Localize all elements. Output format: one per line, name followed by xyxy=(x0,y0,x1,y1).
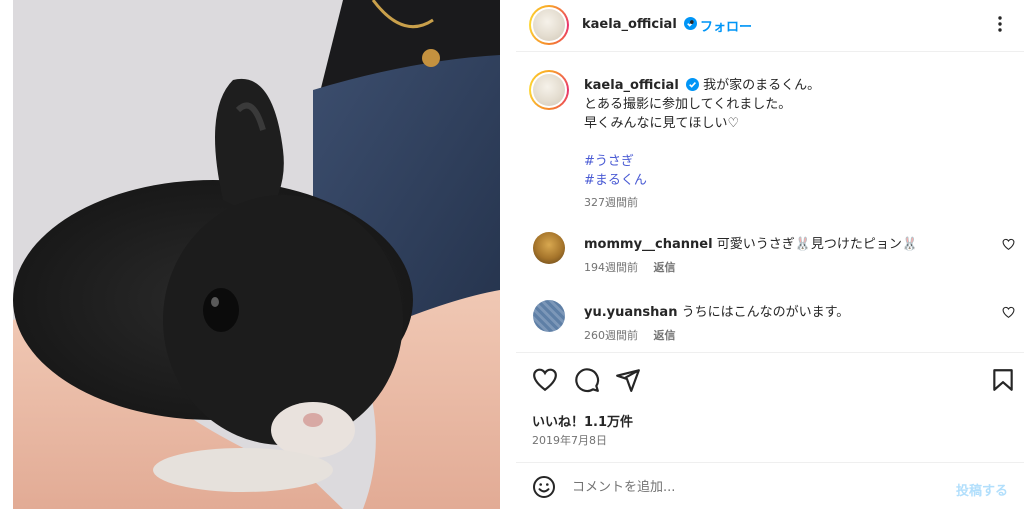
rabbit-photo xyxy=(13,0,500,509)
header-username[interactable]: kaela_official xyxy=(582,17,677,32)
commenter-avatar[interactable] xyxy=(533,300,565,332)
post-sidebar: kaela_official • フォロー kaela_official 我が家… xyxy=(516,0,1024,509)
post-comment-button[interactable]: 投稿する xyxy=(956,480,1008,499)
commenter-username[interactable]: yu.yuanshan xyxy=(584,305,677,320)
heart-icon[interactable] xyxy=(532,367,558,393)
reply-button[interactable]: 返信 xyxy=(654,261,676,274)
post-header: kaela_official • フォロー xyxy=(516,0,1024,52)
caption-time[interactable]: 327週間前 xyxy=(584,194,638,210)
post-actions: いいね！1.1万件 2019年7月8日 xyxy=(516,352,1024,462)
comment-item: mommy__channel 可愛いうさぎ🐰見つけたピョン🐰 194週間前 返信 xyxy=(516,228,1024,288)
post-caption: kaela_official 我が家のまるくん。 とある撮影に参加してくれました… xyxy=(584,76,1004,190)
share-icon[interactable] xyxy=(615,367,641,393)
more-options-icon[interactable] xyxy=(990,14,1010,34)
caption-line-3: 早くみんなに見てほしい♡ xyxy=(584,116,740,131)
header-user: kaela_official xyxy=(582,17,697,32)
header-avatar[interactable] xyxy=(529,5,569,45)
comment-time[interactable]: 194週間前 xyxy=(584,261,638,274)
post-photo[interactable] xyxy=(13,0,500,509)
emoji-icon[interactable] xyxy=(532,475,556,499)
hashtag-link[interactable]: #まるくん xyxy=(584,171,1004,190)
like-comment-heart-icon[interactable] xyxy=(1002,306,1015,319)
commenter-username[interactable]: mommy__channel xyxy=(584,237,713,252)
caption-line-1: 我が家のまるくん。 xyxy=(703,78,821,93)
comment-time[interactable]: 260週間前 xyxy=(584,329,638,342)
like-comment-heart-icon[interactable] xyxy=(1002,238,1015,251)
separator-dot: • xyxy=(688,16,696,31)
caption-avatar[interactable] xyxy=(529,70,569,110)
comment-text: 可愛いうさぎ🐰見つけたピョン🐰 xyxy=(716,237,919,252)
comment-item: yu.yuanshan うちにはこんなのがいます。 260週間前 返信 xyxy=(516,296,1024,356)
caption-line-2: とある撮影に参加してくれました。 xyxy=(584,97,792,112)
add-comment-bar: 投稿する xyxy=(516,462,1024,509)
verified-badge-icon xyxy=(685,78,699,91)
comment-text: うちにはこんなのがいます。 xyxy=(681,305,850,320)
bookmark-icon[interactable] xyxy=(990,367,1016,393)
left-margin xyxy=(0,0,13,509)
comment-icon[interactable] xyxy=(574,367,600,393)
commenter-avatar[interactable] xyxy=(533,232,565,264)
likes-count[interactable]: いいね！1.1万件 xyxy=(532,411,633,430)
follow-button[interactable]: フォロー xyxy=(700,16,752,35)
comment-input[interactable] xyxy=(572,475,932,499)
hashtag-link[interactable]: #うさぎ xyxy=(584,152,1004,171)
post-date[interactable]: 2019年7月8日 xyxy=(532,432,607,448)
caption-username[interactable]: kaela_official xyxy=(584,78,679,93)
reply-button[interactable]: 返信 xyxy=(654,329,676,342)
